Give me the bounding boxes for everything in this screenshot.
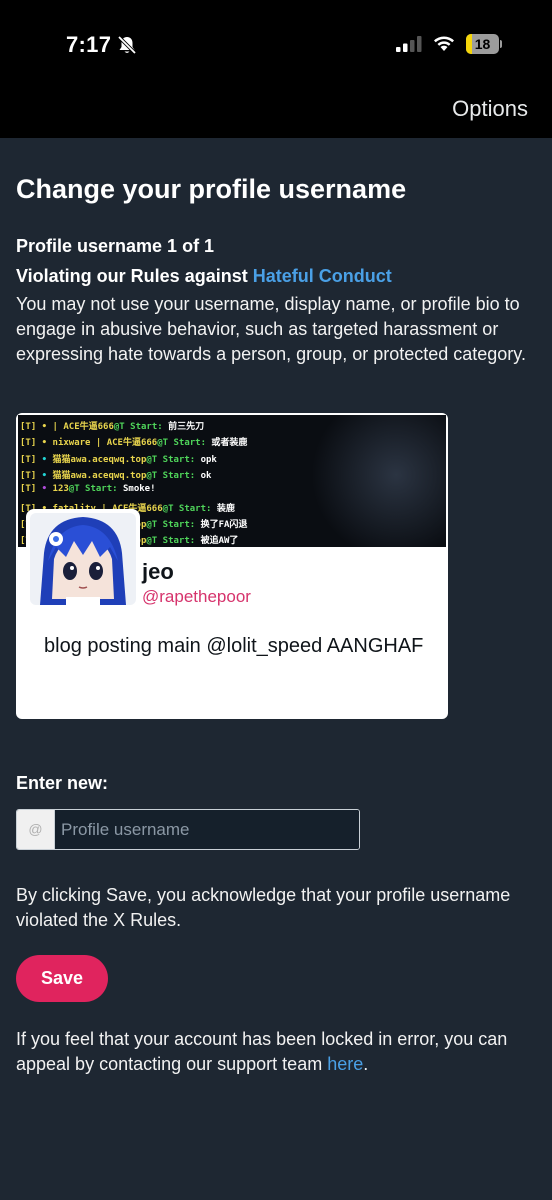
profile-display-name: jeo xyxy=(142,559,174,584)
at-symbol-prefix: @ xyxy=(17,810,55,849)
banner-line-message: 或者装鹿 xyxy=(206,438,248,449)
banner-line-start: @T Start: xyxy=(146,470,196,481)
banner-line-tag: [T] xyxy=(20,422,37,432)
banner-line-name: nixware | ACE牛逼666 xyxy=(47,438,158,449)
options-button[interactable]: Options xyxy=(452,96,528,122)
username-input[interactable] xyxy=(55,810,359,849)
appeal-prefix: If you feel that your account has been l… xyxy=(16,1029,508,1074)
banner-line-start: @T Start: xyxy=(146,454,196,465)
banner-line-message: opk xyxy=(195,454,217,465)
banner-line-message: 前三先刀 xyxy=(162,422,205,432)
battery-icon: 18 xyxy=(466,34,502,54)
battery-level: 18 xyxy=(474,36,491,52)
banner-line-name: 猫猫awa.aceqwq.top xyxy=(47,454,147,465)
appeal-text: If you feel that your account has been l… xyxy=(16,1027,536,1077)
banner-line-start: @T Start: xyxy=(157,438,207,449)
banner-line-dot: • xyxy=(36,422,48,432)
banner-line-dot: • xyxy=(36,470,48,481)
banner-line-dot: • xyxy=(36,454,48,465)
banner-chat-line: [T] • nixware | ACE牛逼666@T Start: 或者装鹿 xyxy=(20,435,247,448)
page-title: Change your profile username xyxy=(16,174,407,204)
profile-bio: blog posting main @lolit_speed AANGHAF xyxy=(44,635,424,657)
top-nav-bar: Options xyxy=(0,80,552,138)
banner-line-message: ok xyxy=(195,470,212,481)
banner-line-start: @T Start: xyxy=(162,503,212,514)
status-time: 7:17 xyxy=(66,32,112,57)
enter-new-label: Enter new: xyxy=(16,773,109,793)
support-here-link[interactable]: here xyxy=(327,1054,363,1074)
wifi-icon xyxy=(434,36,454,51)
banner-line-tag: [T] xyxy=(20,470,37,481)
avatar xyxy=(26,509,140,609)
profile-preview-card: [T] • | ACE牛逼666@T Start: 前三先刀 [T] • nixw… xyxy=(16,413,448,719)
banner-line-message: Smoke! xyxy=(117,484,156,495)
banner-chat-line: [T] • 123@T Start: Smoke! xyxy=(20,484,156,494)
profile-handle: @rapethepoor xyxy=(142,587,251,606)
banner-line-tag: [T] xyxy=(20,438,37,449)
username-field: @ xyxy=(16,809,360,850)
appeal-suffix: . xyxy=(363,1054,369,1074)
status-bar: 7:17 18 xyxy=(0,0,552,80)
acknowledge-text: By clicking Save, you acknowledge that y… xyxy=(16,885,511,930)
avatar-anime-image xyxy=(30,513,136,605)
banner-chat-line: [T] • | ACE牛逼666@T Start: 前三先刀 xyxy=(20,419,204,432)
profile-username-counter: Profile username 1 of 1 xyxy=(16,236,215,256)
banner-line-dot: • xyxy=(36,438,48,449)
banner-chat-line: [T] • 猫猫awa.aceqwq.top@T Start: opk xyxy=(20,452,217,465)
hateful-conduct-link[interactable]: Hateful Conduct xyxy=(253,266,392,286)
banner-line-tag: [T] xyxy=(20,484,37,495)
violation-heading: Violating our Rules against Hateful Cond… xyxy=(16,266,392,287)
banner-line-start: @T Start: xyxy=(146,519,196,530)
banner-line-message: 装鹿 xyxy=(211,503,235,514)
violation-prefix: Violating our Rules against xyxy=(16,266,248,286)
banner-line-start: @T Start: xyxy=(68,484,118,495)
banner-chat-line: [T] • 猫猫awa.aceqwq.top@T Start: ok xyxy=(20,468,211,481)
banner-line-message: 被追AW了 xyxy=(195,536,239,547)
banner-line-name: 猫猫awa.aceqwq.top xyxy=(47,470,147,481)
bell-slash-icon xyxy=(117,35,137,55)
banner-line-message: 换了FA闪退 xyxy=(195,519,248,530)
banner-line-start: @T Start: xyxy=(146,536,196,547)
banner-line-name: | ACE牛逼666 xyxy=(47,422,114,432)
signal-icon xyxy=(396,36,422,52)
save-button[interactable]: Save xyxy=(16,955,108,1002)
banner-line-tag: [T] xyxy=(20,454,37,465)
banner-line-name: 123 xyxy=(47,484,69,495)
violation-description: You may not use your username, display n… xyxy=(16,294,526,364)
banner-line-dot: • xyxy=(36,484,48,495)
banner-line-start: @T Start: xyxy=(113,422,163,432)
